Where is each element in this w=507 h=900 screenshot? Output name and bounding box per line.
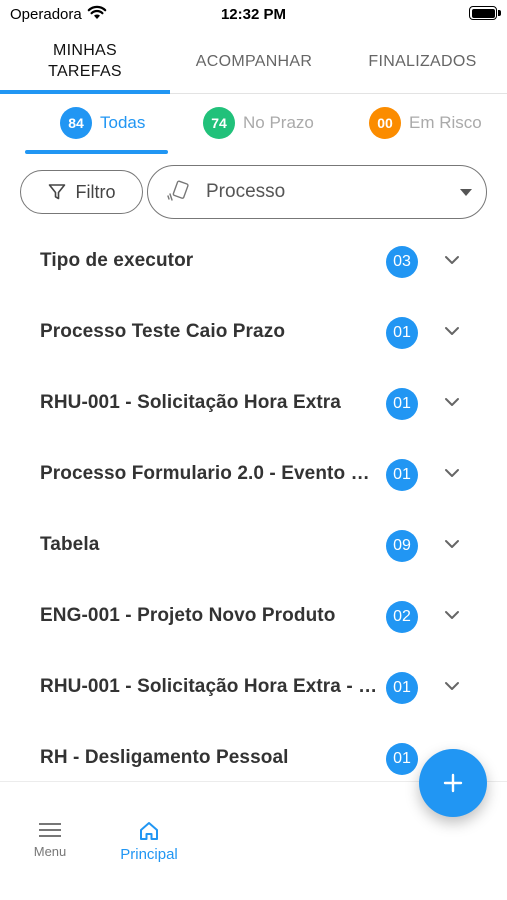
status-count-badge: 74 (203, 107, 235, 139)
task-count-badge: 01 (386, 672, 418, 704)
chevron-down-icon[interactable] (443, 396, 461, 408)
task-count-badge: 03 (386, 246, 418, 278)
battery-icon (469, 6, 497, 20)
add-button[interactable] (419, 749, 487, 817)
tab-label: MINHAS TAREFAS (48, 42, 122, 80)
process-select-label: Processo (206, 181, 286, 202)
nav-principal-label: Principal (120, 846, 178, 863)
task-count-badge: 01 (386, 388, 418, 420)
status-label: Em Risco (409, 113, 482, 132)
task-group-row[interactable]: RHU-001 - Solicitação Hora Extra - Teste… (0, 652, 507, 723)
status-count-badge: 00 (369, 107, 401, 139)
chevron-down-icon[interactable] (443, 538, 461, 550)
tab-acompanhar[interactable]: ACOMPANHAR (170, 30, 338, 92)
status-filter-bar: 84 Todas 74 No Prazo 00 Em Risco (0, 94, 507, 156)
chevron-down-icon[interactable] (443, 467, 461, 479)
clock-label: 12:32 PM (220, 6, 287, 23)
status-filter-todas[interactable]: 84 Todas (60, 106, 145, 140)
task-group-row[interactable]: Processo Teste Caio Prazo 01 (0, 297, 507, 368)
task-group-row[interactable]: Tipo de executor 03 (0, 226, 507, 297)
task-group-row[interactable]: ENG-001 - Projeto Novo Produto 02 (0, 581, 507, 652)
plus-icon (443, 773, 463, 793)
task-count-badge: 09 (386, 530, 418, 562)
process-select[interactable]: Processo (147, 165, 487, 219)
task-group-list: Tipo de executor 03 Processo Teste Caio … (0, 226, 507, 781)
task-group-row[interactable]: Tabela 09 (0, 510, 507, 581)
top-tab-bar: MINHAS TAREFAS ACOMPANHAR FINALIZADOS (0, 30, 507, 94)
task-count-badge: 02 (386, 601, 418, 633)
chevron-down-icon[interactable] (443, 254, 461, 266)
task-group-title: ENG-001 - Projeto Novo Produto (40, 605, 336, 626)
active-status-indicator (25, 150, 168, 154)
tab-finalizados[interactable]: FINALIZADOS (338, 30, 507, 92)
filter-button[interactable]: Filtro (20, 170, 143, 214)
chevron-down-icon[interactable] (443, 680, 461, 692)
document-icon (166, 180, 190, 204)
task-group-row[interactable]: RHU-001 - Solicitação Hora Extra 01 (0, 368, 507, 439)
status-bar: Operadora 12:32 PM (0, 0, 507, 30)
task-count-badge: 01 (386, 317, 418, 349)
home-icon (140, 822, 158, 840)
task-group-title: RH - Desligamento Pessoal (40, 747, 289, 768)
task-group-title: RHU-001 - Solicitação Hora Extra - Teste (40, 676, 380, 697)
battery-tip (498, 10, 501, 16)
task-group-title: Tabela (40, 534, 100, 555)
nav-menu-label: Menu (33, 844, 67, 859)
status-label: No Prazo (243, 113, 314, 132)
status-filter-no-prazo[interactable]: 74 No Prazo (203, 106, 314, 140)
chevron-down-icon[interactable] (443, 609, 461, 621)
funnel-icon (48, 184, 65, 200)
task-count-badge: 01 (386, 743, 418, 775)
tab-label: FINALIZADOS (368, 52, 477, 70)
task-count-badge: 01 (386, 459, 418, 491)
task-group-title: RHU-001 - Solicitação Hora Extra (40, 392, 341, 413)
status-count-badge: 84 (60, 107, 92, 139)
filter-button-label: Filtro (75, 181, 116, 202)
nav-menu[interactable]: Menu (28, 822, 72, 859)
task-group-title: Processo Teste Caio Prazo (40, 321, 286, 342)
tab-label: ACOMPANHAR (195, 52, 313, 70)
tab-minhas-tarefas[interactable]: MINHAS TAREFAS (0, 30, 170, 92)
nav-principal[interactable]: Principal (113, 820, 185, 863)
task-group-title: Tipo de executor (40, 250, 194, 271)
status-label: Todas (100, 113, 146, 132)
chevron-down-icon[interactable] (443, 325, 461, 337)
task-group-row[interactable]: Processo Formulario 2.0 - Evento de form… (0, 439, 507, 510)
caret-down-icon (460, 188, 472, 196)
task-group-title: Processo Formulario 2.0 - Evento de form… (40, 463, 380, 484)
status-filter-em-risco[interactable]: 00 Em Risco (369, 106, 482, 140)
hamburger-icon (39, 823, 61, 837)
